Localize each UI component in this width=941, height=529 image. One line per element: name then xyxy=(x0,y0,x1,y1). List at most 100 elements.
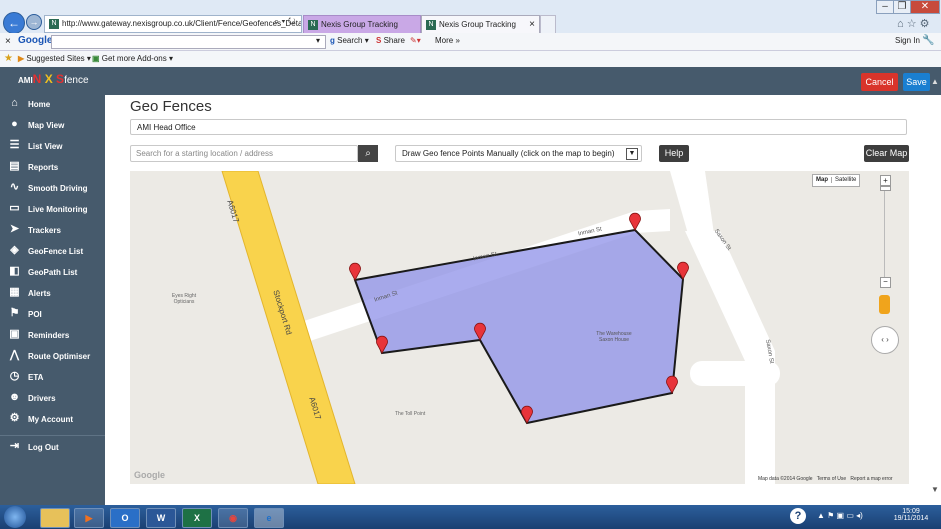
sidebar-item-reports[interactable]: ▤ Reports xyxy=(0,158,105,178)
favorites-star-icon[interactable]: ★ xyxy=(4,53,13,64)
new-tab-button[interactable] xyxy=(540,15,556,34)
addons-link[interactable]: ▣ Get more Add-ons ▾ xyxy=(92,54,173,63)
tab-close-icon[interactable]: × xyxy=(529,16,535,33)
home-icon: ⌂ xyxy=(11,97,18,109)
flag-icon: ⚑ xyxy=(9,307,20,319)
pan-control-icon[interactable]: ‹ › xyxy=(871,326,899,354)
zoom-slider-track[interactable] xyxy=(884,187,885,277)
dropdown-icon[interactable]: ▾ xyxy=(316,36,320,45)
tab-2[interactable]: N Nexis Group Tracking × xyxy=(421,15,540,34)
chrome-icon[interactable]: ◉ xyxy=(218,508,248,528)
road-saxon-st xyxy=(685,231,775,484)
back-button[interactable]: ← xyxy=(3,12,25,34)
clear-map-button[interactable]: Clear Map xyxy=(864,145,909,162)
sidebar-item-geopath-list[interactable]: ◧ GeoPath List xyxy=(0,263,105,283)
geopath-icon: ◧ xyxy=(9,265,20,277)
taskbar: ▶ O W X ◉ e ? ▲ ⚑ ▣ ▭ ◂) 15:09 19/11/201… xyxy=(0,505,941,529)
street-view-pegman-icon[interactable] xyxy=(879,295,890,314)
tab-favicon: N xyxy=(308,19,318,30)
forward-button[interactable]: → xyxy=(26,14,42,30)
scroll-down-icon[interactable]: ▼ xyxy=(931,485,939,494)
restore-icon[interactable]: ❐ xyxy=(893,0,911,14)
google-toolbar: × Google ▾ g Search ▾ S Share ✎▾ More » … xyxy=(0,33,941,51)
clock[interactable]: 15:09 19/11/2014 xyxy=(890,508,932,522)
label-eyes-right: Eyes Right Opticians xyxy=(171,293,197,305)
help-button[interactable]: Help xyxy=(659,145,689,162)
sidebar-divider xyxy=(0,435,105,436)
zoom-out-button[interactable]: − xyxy=(880,277,891,288)
close-window-icon[interactable]: ✕ xyxy=(910,0,940,14)
sidebar-item-route-optimiser[interactable]: ⋀ Route Optimiser xyxy=(0,347,105,367)
help-icon[interactable]: ? xyxy=(790,508,806,524)
sign-in-link[interactable]: Sign In xyxy=(895,36,920,45)
calendar-icon: ▦ xyxy=(9,286,20,298)
toolbar-close-icon[interactable]: × xyxy=(5,36,11,47)
suggested-sites-link[interactable]: ▶ Suggested Sites ▾ xyxy=(18,54,91,63)
sidebar-item-drivers[interactable]: ☻ Drivers xyxy=(0,389,105,409)
home-star-gear-icons[interactable]: ⌂ ☆ ⚙ xyxy=(897,17,929,30)
google-logo: Google xyxy=(18,35,53,46)
location-search-input[interactable]: Search for a starting location / address xyxy=(130,145,358,162)
sidebar-item-poi[interactable]: ⚑ POI xyxy=(0,305,105,325)
fence-point-marker[interactable] xyxy=(349,262,361,281)
search-button[interactable]: ⌕ xyxy=(358,145,378,162)
sidebar-item-geofence-list[interactable]: ◈ GeoFence List xyxy=(0,242,105,262)
scroll-up-icon[interactable]: ▲ xyxy=(931,77,939,86)
cancel-button[interactable]: Cancel xyxy=(861,73,898,91)
logout-icon: ⇥ xyxy=(9,440,20,452)
geofence-polygon[interactable] xyxy=(353,228,685,425)
favorites-bar: ★ ▶ Suggested Sites ▾ ▣ Get more Add-ons… xyxy=(0,51,941,68)
sidebar: ⌂ Home ● Map View ☰ List View ▤ Reports ∿ Smo… xyxy=(0,95,105,505)
map-marker-icon: ● xyxy=(11,118,18,130)
sidebar-item-home[interactable]: ⌂ Home xyxy=(0,95,105,115)
geofence-icon: ◈ xyxy=(10,244,19,256)
road-cul-de-sac xyxy=(690,361,780,386)
sidebar-item-log-out[interactable]: ⇥ Log Out xyxy=(0,438,105,458)
gear-icon: ⚙ xyxy=(9,412,20,424)
draw-mode-select[interactable]: Draw Geo fence Points Manually (click on… xyxy=(395,145,642,162)
start-button[interactable] xyxy=(4,506,26,528)
search-icon: ⌕ xyxy=(365,148,371,159)
sidebar-item-smooth-driving[interactable]: ∿ Smooth Driving xyxy=(0,179,105,199)
address-bar[interactable]: Nhttp://www.gateway.nexisgroup.co.uk/Cli… xyxy=(44,15,302,33)
zoom-slider-handle[interactable] xyxy=(880,186,891,191)
sidebar-item-map-view[interactable]: ● Map View xyxy=(0,116,105,136)
outlook-icon[interactable]: O xyxy=(110,508,140,528)
search-icon[interactable]: ⌕ ▾ ↻ xyxy=(274,16,295,27)
driver-icon: ☻ xyxy=(8,391,21,403)
media-player-icon[interactable]: ▶ xyxy=(74,508,104,528)
more-button[interactable]: More » xyxy=(435,36,460,45)
fence-name-input[interactable]: AMI Head Office xyxy=(130,119,907,135)
zoom-in-button[interactable]: + xyxy=(880,175,891,186)
sidebar-item-live-monitoring[interactable]: ▭ Live Monitoring xyxy=(0,200,105,220)
tab-1[interactable]: N Nexis Group Tracking xyxy=(303,15,421,34)
minimize-icon[interactable]: – xyxy=(876,0,894,14)
map-type-map[interactable]: Map xyxy=(813,177,831,183)
sidebar-item-reminders[interactable]: ▣ Reminders xyxy=(0,326,105,346)
clock-time: 15:09 xyxy=(902,508,920,515)
excel-icon[interactable]: X xyxy=(182,508,212,528)
explorer-icon[interactable] xyxy=(40,508,70,528)
clock-icon: ◷ xyxy=(9,370,20,382)
report-error-link[interactable]: Report a map error xyxy=(850,476,892,482)
save-button[interactable]: Save xyxy=(903,73,930,91)
terms-link[interactable]: Terms of Use xyxy=(817,476,846,482)
google-search-input[interactable] xyxy=(51,35,326,49)
sidebar-item-list-view[interactable]: ☰ List View xyxy=(0,137,105,157)
share-button[interactable]: S Share xyxy=(376,36,405,45)
sidebar-item-alerts[interactable]: ▦ Alerts xyxy=(0,284,105,304)
app-logo: AMIN X Sfence xyxy=(18,72,89,86)
map-svg[interactable] xyxy=(130,171,909,484)
wrench-icon[interactable]: 🔧 xyxy=(922,35,934,46)
google-search-button[interactable]: g Search ▾ xyxy=(330,36,369,45)
highlight-icon[interactable]: ✎▾ xyxy=(410,36,421,45)
map-type-satellite[interactable]: Satellite xyxy=(831,177,860,183)
tray-icons[interactable]: ▲ ⚑ ▣ ▭ ◂) xyxy=(817,511,863,520)
sidebar-item-my-account[interactable]: ⚙ My Account xyxy=(0,410,105,430)
tab-favicon: N xyxy=(426,19,436,30)
word-icon[interactable]: W xyxy=(146,508,176,528)
sidebar-item-eta[interactable]: ◷ ETA xyxy=(0,368,105,388)
sidebar-item-trackers[interactable]: ➤ Trackers xyxy=(0,221,105,241)
internet-explorer-icon[interactable]: e xyxy=(254,508,284,528)
map-canvas[interactable]: A6017 Stockport Rd A6017 Inman St Inman … xyxy=(130,171,909,484)
